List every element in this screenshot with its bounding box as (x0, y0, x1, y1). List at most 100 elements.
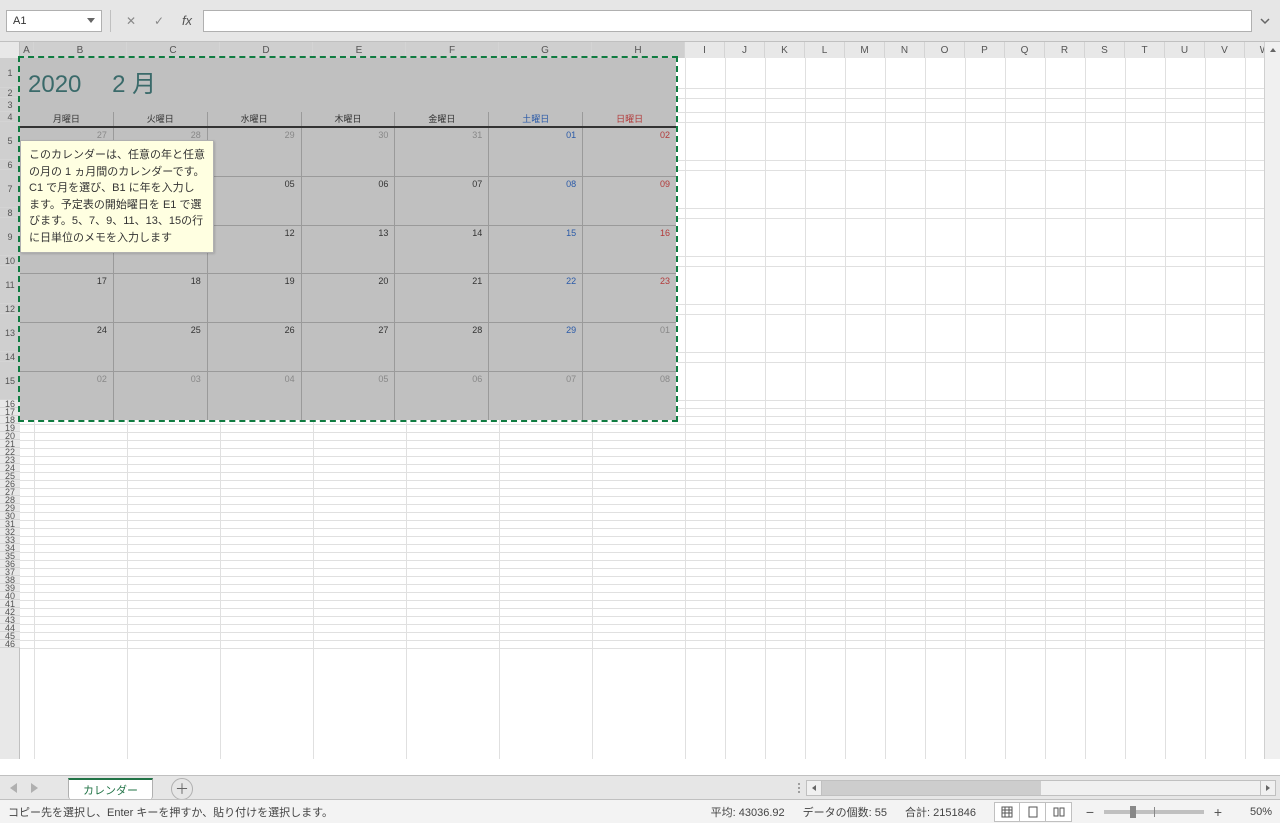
calendar-day-cell[interactable]: 20 (302, 274, 396, 322)
calendar-day-cell[interactable]: 19 (208, 274, 302, 322)
column-header[interactable]: V (1205, 42, 1245, 58)
row-header[interactable]: 1 (0, 58, 20, 88)
column-header[interactable]: M (845, 42, 885, 58)
calendar-day-cell[interactable]: 01 (489, 128, 583, 176)
calendar-day-cell[interactable]: 26 (208, 323, 302, 371)
confirm-button[interactable]: ✓ (147, 10, 171, 32)
column-header[interactable]: J (725, 42, 765, 58)
view-page-break-button[interactable] (1046, 802, 1072, 822)
sheet-nav-prev-icon[interactable] (10, 783, 17, 793)
row-header[interactable]: 11 (0, 266, 20, 304)
column-header[interactable]: I (685, 42, 725, 58)
scroll-left-button[interactable] (806, 780, 822, 796)
row-header[interactable]: 46 (0, 640, 20, 648)
hscroll-resize-handle[interactable] (796, 776, 802, 800)
row-header[interactable]: 2 (0, 88, 20, 98)
sheet-tab-active[interactable]: カレンダー (68, 778, 153, 800)
column-header[interactable]: F (406, 42, 499, 58)
row-header[interactable]: 9 (0, 218, 20, 256)
calendar-day-cell[interactable]: 23 (583, 274, 676, 322)
row-header[interactable]: 12 (0, 304, 20, 314)
row-header[interactable]: 7 (0, 170, 20, 208)
calendar-day-cell[interactable]: 29 (208, 128, 302, 176)
zoom-out-button[interactable]: − (1082, 804, 1098, 820)
vertical-scrollbar[interactable] (1264, 42, 1280, 759)
calendar-day-cell[interactable]: 16 (583, 226, 676, 274)
calendar-day-cell[interactable]: 14 (395, 226, 489, 274)
column-header[interactable]: P (965, 42, 1005, 58)
calendar-day-cell[interactable]: 13 (302, 226, 396, 274)
column-header[interactable]: H (592, 42, 685, 58)
calendar-day-cell[interactable]: 08 (489, 177, 583, 225)
calendar-day-cell[interactable]: 07 (395, 177, 489, 225)
calendar-day-cell[interactable]: 30 (302, 128, 396, 176)
row-header[interactable]: 5 (0, 122, 20, 160)
calendar-day-cell[interactable]: 27 (302, 323, 396, 371)
column-header[interactable]: B (34, 42, 127, 58)
column-header[interactable]: G (499, 42, 592, 58)
view-normal-button[interactable] (994, 802, 1020, 822)
row-header[interactable]: 4 (0, 112, 20, 122)
column-header[interactable]: O (925, 42, 965, 58)
calendar-day-cell[interactable]: 22 (489, 274, 583, 322)
column-header[interactable]: K (765, 42, 805, 58)
calendar-day-cell[interactable]: 04 (208, 372, 302, 420)
column-header[interactable]: L (805, 42, 845, 58)
row-header[interactable]: 6 (0, 160, 20, 170)
column-header[interactable]: A (20, 42, 34, 58)
row-header[interactable]: 15 (0, 362, 20, 400)
calendar-day-cell[interactable]: 29 (489, 323, 583, 371)
select-all-corner[interactable] (0, 42, 20, 58)
calendar-day-cell[interactable]: 09 (583, 177, 676, 225)
calendar-day-cell[interactable]: 12 (208, 226, 302, 274)
calendar-day-cell[interactable]: 01 (583, 323, 676, 371)
row-header[interactable]: 13 (0, 314, 20, 352)
row-header[interactable]: 14 (0, 352, 20, 362)
calendar-day-cell[interactable]: 02 (20, 372, 114, 420)
column-header[interactable]: T (1125, 42, 1165, 58)
calendar-day-cell[interactable]: 25 (114, 323, 208, 371)
calendar-day-cell[interactable]: 07 (489, 372, 583, 420)
scroll-up-button[interactable] (1265, 42, 1280, 58)
zoom-thumb[interactable] (1130, 806, 1136, 818)
column-header[interactable]: U (1165, 42, 1205, 58)
calendar-day-cell[interactable]: 08 (583, 372, 676, 420)
name-box-dropdown-icon[interactable] (87, 18, 95, 23)
calendar-day-cell[interactable]: 06 (302, 177, 396, 225)
column-header[interactable]: N (885, 42, 925, 58)
column-header[interactable]: Q (1005, 42, 1045, 58)
calendar-day-cell[interactable]: 15 (489, 226, 583, 274)
view-page-layout-button[interactable] (1020, 802, 1046, 822)
column-header[interactable]: R (1045, 42, 1085, 58)
column-header[interactable]: E (313, 42, 406, 58)
sheet-nav-next-icon[interactable] (31, 783, 38, 793)
name-box[interactable]: A1 (6, 10, 102, 32)
add-sheet-button[interactable]: ＋ (171, 778, 193, 800)
calendar-day-cell[interactable]: 21 (395, 274, 489, 322)
horizontal-scrollbar[interactable] (806, 780, 1276, 796)
formula-input[interactable] (203, 10, 1252, 32)
hscroll-thumb[interactable] (822, 781, 1041, 795)
row-header[interactable]: 10 (0, 256, 20, 266)
column-header[interactable]: D (220, 42, 313, 58)
calendar-day-cell[interactable]: 06 (395, 372, 489, 420)
calendar-day-cell[interactable]: 05 (302, 372, 396, 420)
zoom-in-button[interactable]: + (1210, 804, 1226, 820)
calendar-day-cell[interactable]: 28 (395, 323, 489, 371)
column-header[interactable]: C (127, 42, 220, 58)
calendar-day-cell[interactable]: 17 (20, 274, 114, 322)
calendar-day-cell[interactable]: 05 (208, 177, 302, 225)
calendar-day-cell[interactable]: 31 (395, 128, 489, 176)
cancel-button[interactable]: ✕ (119, 10, 143, 32)
formula-expand-button[interactable] (1256, 10, 1274, 32)
zoom-percentage[interactable]: 50% (1232, 806, 1272, 818)
row-header[interactable]: 3 (0, 98, 20, 112)
calendar-day-cell[interactable]: 02 (583, 128, 676, 176)
scroll-right-button[interactable] (1260, 780, 1276, 796)
column-header[interactable]: S (1085, 42, 1125, 58)
calendar-day-cell[interactable]: 24 (20, 323, 114, 371)
zoom-slider[interactable] (1104, 810, 1204, 814)
calendar-day-cell[interactable]: 03 (114, 372, 208, 420)
hscroll-track[interactable] (822, 780, 1260, 796)
calendar-day-cell[interactable]: 18 (114, 274, 208, 322)
